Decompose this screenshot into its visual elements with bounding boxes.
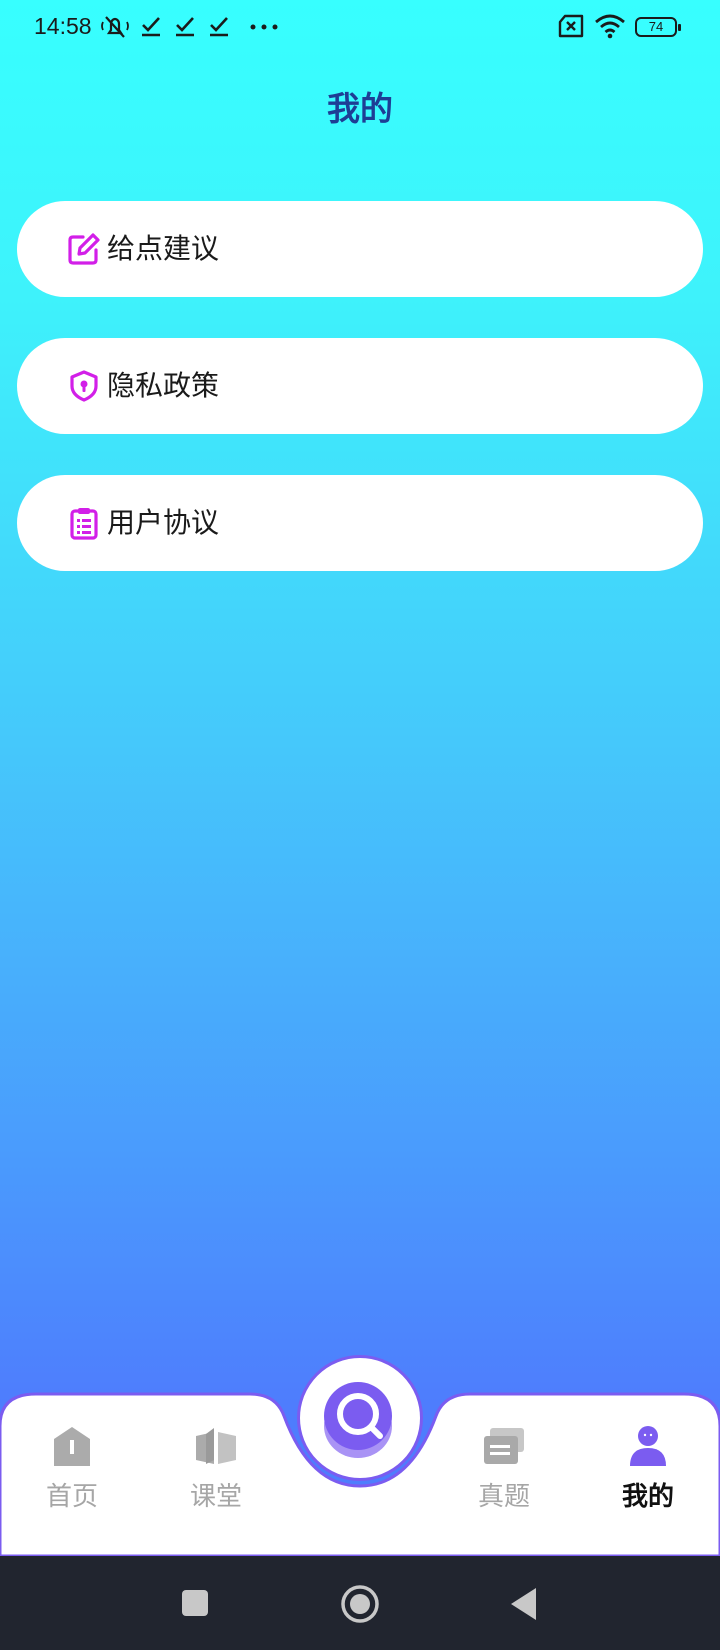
menu-item-label: 隐私政策 bbox=[107, 369, 220, 402]
system-nav-bar bbox=[0, 1556, 720, 1650]
download-done-icon bbox=[176, 17, 194, 37]
more-dots-icon bbox=[250, 24, 278, 30]
clipboard-list-icon bbox=[70, 508, 98, 540]
shield-lock-icon bbox=[70, 370, 98, 402]
tab-label: 我的 bbox=[621, 1482, 674, 1512]
recent-apps-button[interactable] bbox=[181, 1589, 209, 1617]
wifi-icon bbox=[595, 14, 625, 39]
download-done-icon bbox=[210, 17, 228, 37]
edit-icon bbox=[68, 233, 100, 265]
mute-icon bbox=[101, 16, 129, 38]
page-title: 我的 bbox=[327, 89, 393, 128]
status-bar: 14:58 74 bbox=[0, 0, 720, 56]
menu-item-privacy-policy[interactable]: 隐私政策 bbox=[17, 338, 703, 434]
home-icon bbox=[54, 1427, 90, 1466]
no-sim-icon bbox=[558, 14, 584, 38]
status-time: 14:58 bbox=[34, 13, 92, 39]
user-icon bbox=[630, 1426, 666, 1466]
menu-item-label: 用户协议 bbox=[107, 506, 220, 539]
home-button[interactable] bbox=[340, 1584, 380, 1624]
tab-home[interactable]: 首页 bbox=[22, 1420, 122, 1530]
search-icon bbox=[324, 1382, 392, 1458]
tab-exam-papers[interactable]: 真题 bbox=[454, 1420, 554, 1530]
menu-item-suggestion[interactable]: 给点建议 bbox=[17, 201, 703, 297]
tab-label: 首页 bbox=[45, 1482, 98, 1512]
tab-mine[interactable]: 我的 bbox=[598, 1420, 698, 1530]
tab-classroom[interactable]: 课堂 bbox=[166, 1420, 266, 1530]
battery-icon: 74 bbox=[635, 17, 681, 37]
cards-icon bbox=[484, 1428, 524, 1464]
menu-item-label: 给点建议 bbox=[107, 232, 220, 265]
tab-label: 课堂 bbox=[189, 1482, 242, 1512]
battery-level: 74 bbox=[648, 19, 664, 34]
menu-item-user-agreement[interactable]: 用户协议 bbox=[17, 475, 703, 571]
tab-label: 真题 bbox=[477, 1482, 530, 1512]
download-done-icon bbox=[142, 17, 160, 37]
book-icon bbox=[196, 1428, 236, 1464]
back-button[interactable] bbox=[508, 1586, 538, 1622]
center-search-button[interactable] bbox=[297, 1355, 423, 1481]
